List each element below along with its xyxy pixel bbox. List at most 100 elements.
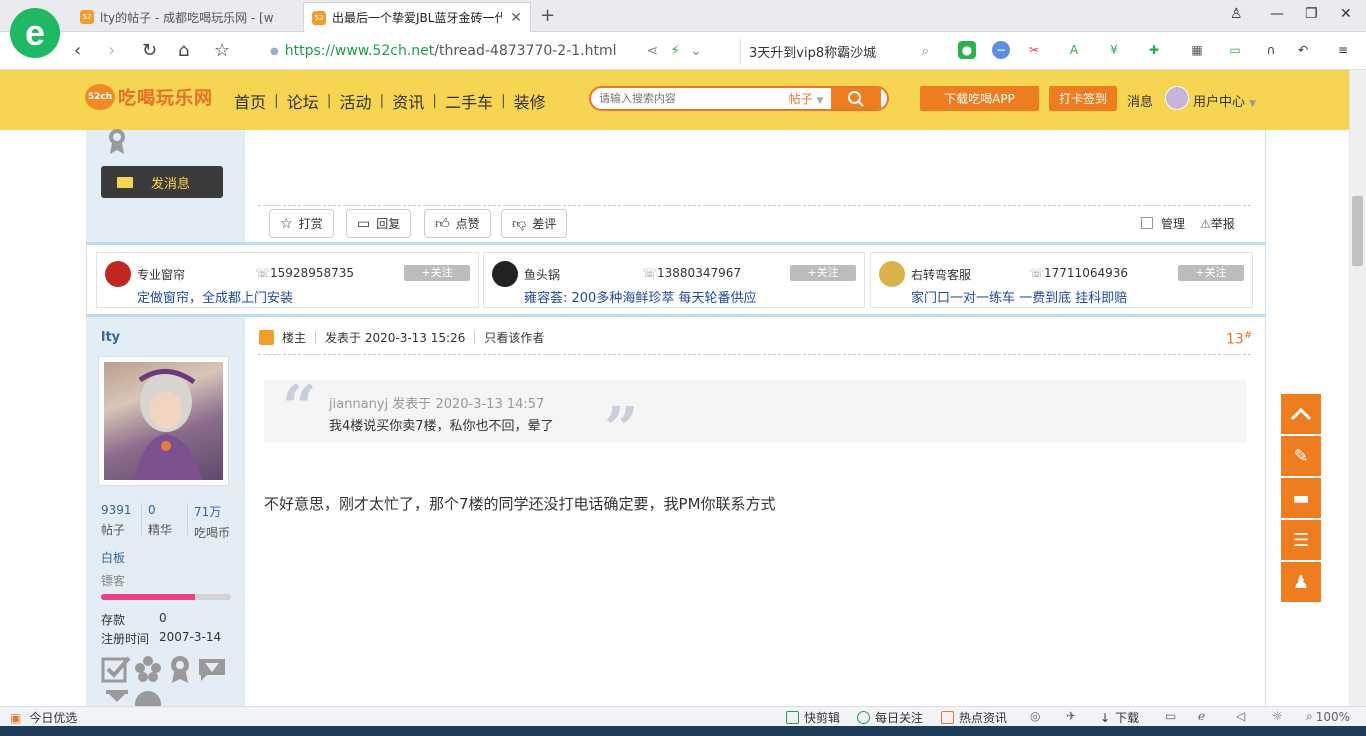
new-tab-button[interactable]: + [540, 5, 555, 26]
divider [187, 503, 188, 535]
site-search-input[interactable] [591, 92, 781, 105]
checkin-button[interactable]: 打卡签到 [1049, 86, 1117, 111]
floor-number[interactable]: 13# [1226, 330, 1252, 348]
ad-description[interactable]: 定做窗帘，全成都上门安装 [137, 287, 293, 306]
grid-icon[interactable]: ▦ [1188, 41, 1206, 59]
daily-follow[interactable]: 每日关注 [857, 709, 923, 726]
minus-extension-icon[interactable]: − [992, 41, 1010, 59]
ie-icon[interactable]: ℯ [1198, 709, 1205, 723]
browser-logo[interactable]: e [10, 8, 60, 58]
comment-button[interactable]: ▬ [1281, 478, 1321, 518]
stat-coins[interactable]: 71万 吃喝币 [194, 503, 230, 541]
chevron-down-icon[interactable]: ⌄ [690, 43, 702, 59]
back-icon[interactable]: ‹ [74, 40, 81, 61]
scrollbar-thumb[interactable] [1352, 196, 1363, 266]
follow-button[interactable]: +关注 [1178, 265, 1244, 281]
nav-decoration[interactable]: 装修 [514, 89, 546, 113]
like-button[interactable]: 👍︎ 点赞 [424, 209, 491, 238]
qq-button[interactable]: ♟ [1281, 562, 1321, 602]
send-message-button[interactable]: 发消息 [101, 166, 223, 198]
ad-description[interactable]: 家门口一对一练车 一费到底 挂科即赔 [911, 287, 1127, 306]
site-logo[interactable]: 52ch 吃喝玩乐网 [85, 84, 213, 110]
stat-featured[interactable]: 0 精华 [148, 503, 172, 538]
undo-icon[interactable]: ↶ [1294, 41, 1312, 59]
only-author-link[interactable]: 只看该作者 [484, 329, 544, 346]
headphones-icon[interactable]: ∩ [1262, 41, 1280, 59]
close-icon[interactable]: ✕ [510, 10, 522, 26]
follow-button[interactable]: +关注 [790, 265, 856, 281]
user-center-link[interactable]: 用户中心 ▼ [1193, 91, 1256, 110]
back-to-top-button[interactable] [1281, 394, 1321, 434]
nav-used-cars[interactable]: 二手车 [445, 89, 493, 113]
gamepad-icon[interactable]: ✚ [1145, 41, 1163, 59]
menu-icon[interactable]: ≡ [1334, 41, 1352, 59]
search-scope-select[interactable]: 帖子 ▼ [781, 90, 831, 107]
quick-edit[interactable]: 快剪辑 [786, 709, 840, 726]
edit-button[interactable]: ✎ [1281, 436, 1321, 476]
scissors-icon[interactable]: ✂ [1025, 41, 1043, 59]
poster-rank[interactable]: 白板 [101, 549, 125, 566]
dislike-button[interactable]: 👎︎ 差评 [501, 209, 568, 238]
today-picks[interactable]: ▣ 今日优选 [10, 709, 77, 726]
manage-checkbox[interactable] [1141, 217, 1153, 229]
award-medal-icon[interactable] [167, 655, 193, 683]
ad-card[interactable]: 专业窗帘 ☏15928958735 +关注 定做窗帘，全成都上门安装 [96, 252, 479, 308]
close-window-icon[interactable]: ✕ [1340, 6, 1352, 22]
site-search-button[interactable] [831, 88, 881, 109]
nav-events[interactable]: 活动 [339, 89, 371, 113]
ad-description[interactable]: 雍容荟: 200多种海鲜珍萃 每天轮番供应 [524, 287, 756, 306]
poster-username[interactable]: lty [101, 330, 120, 345]
share-icon[interactable]: ⋖ [647, 43, 659, 59]
post-meta: 楼主 发表于 2020-3-13 15:26 只看该作者 [259, 329, 544, 346]
ad-card[interactable]: 鱼头锅 ☏13880347967 +关注 雍容荟: 200多种海鲜珍萃 每天轮番… [483, 252, 865, 308]
nav-news[interactable]: 资讯 [392, 89, 424, 113]
avatar [104, 362, 223, 480]
restore-icon[interactable]: ❐ [1305, 6, 1318, 22]
browser-tab-1[interactable]: 52 lty的帖子 - 成都吃喝玩乐网 - [w [72, 2, 302, 32]
forward-icon[interactable]: › [108, 40, 115, 61]
translate-icon[interactable]: A [1065, 41, 1083, 59]
messages-link[interactable]: 消息 [1127, 91, 1153, 110]
window-icon[interactable]: ▭ [1165, 709, 1176, 723]
list-button[interactable]: ☰ [1281, 520, 1321, 560]
quote-author: jiannanyj 发表于 2020-3-13 14:57 [329, 397, 545, 412]
brightness-icon[interactable]: ☼ [1272, 709, 1283, 723]
smile-medal-icon[interactable] [134, 690, 162, 706]
chat-extension-icon[interactable]: ● [958, 41, 976, 59]
download-app-button[interactable]: 下载吃喝APP [920, 86, 1039, 111]
url-input[interactable]: ● https://www.52ch.net/thread-4873770-2-… [270, 38, 730, 64]
follow-button[interactable]: +关注 [404, 265, 470, 281]
hourglass-medal-icon[interactable] [104, 690, 130, 706]
pin-icon[interactable]: ✈ [1066, 709, 1076, 723]
tip-button[interactable]: ☆ 打赏 [269, 209, 334, 238]
browser-search-input[interactable]: 3天升到vip8称霸沙城 ⌕ [740, 38, 935, 64]
nav-forum[interactable]: 论坛 [287, 89, 319, 113]
flower-medal-icon[interactable] [134, 655, 162, 683]
speed-icon[interactable]: ◎ [1030, 709, 1040, 723]
zoom-level[interactable]: ⌕ 100% [1306, 709, 1350, 724]
browser-tab-2[interactable]: 52 出最后一个挚爱JBL蓝牙金砖一代 ✕ [303, 2, 531, 32]
ad-card[interactable]: 右转弯客服 ☏17711064936 +关注 家门口一对一练车 一费到底 挂科即… [870, 252, 1253, 308]
lightning-icon[interactable]: ⚡ [670, 43, 680, 59]
home-icon[interactable]: ⌂ [178, 40, 189, 61]
nav-home[interactable]: 首页 [234, 89, 266, 113]
checklist-medal-icon[interactable] [101, 655, 131, 683]
sound-icon[interactable]: ◁ [1236, 709, 1245, 723]
avatar[interactable] [1165, 86, 1189, 110]
yen-icon[interactable]: ¥ [1105, 41, 1123, 59]
reply-button[interactable]: ▭ 回复 [346, 209, 412, 238]
report-link[interactable]: ⚠举报 [1200, 215, 1235, 232]
star-icon[interactable]: ☆ [214, 40, 230, 61]
phone-icon: ☏ [255, 266, 271, 280]
stat-posts[interactable]: 9391 帖子 [101, 503, 132, 538]
hot-news[interactable]: 热点资讯 [941, 709, 1007, 726]
page-scrollbar[interactable] [1349, 70, 1366, 706]
reload-icon[interactable]: ↻ [142, 40, 157, 61]
battery-icon[interactable]: ▭ [1226, 41, 1244, 59]
downloads[interactable]: ↓ 下载 [1100, 709, 1139, 726]
diamond-medal-icon[interactable] [197, 655, 227, 683]
poster-avatar[interactable] [98, 356, 229, 486]
search-icon[interactable]: ⌕ [922, 44, 929, 59]
minimize-icon[interactable]: — [1270, 6, 1284, 22]
shirt-icon[interactable]: ♙ [1230, 6, 1243, 22]
